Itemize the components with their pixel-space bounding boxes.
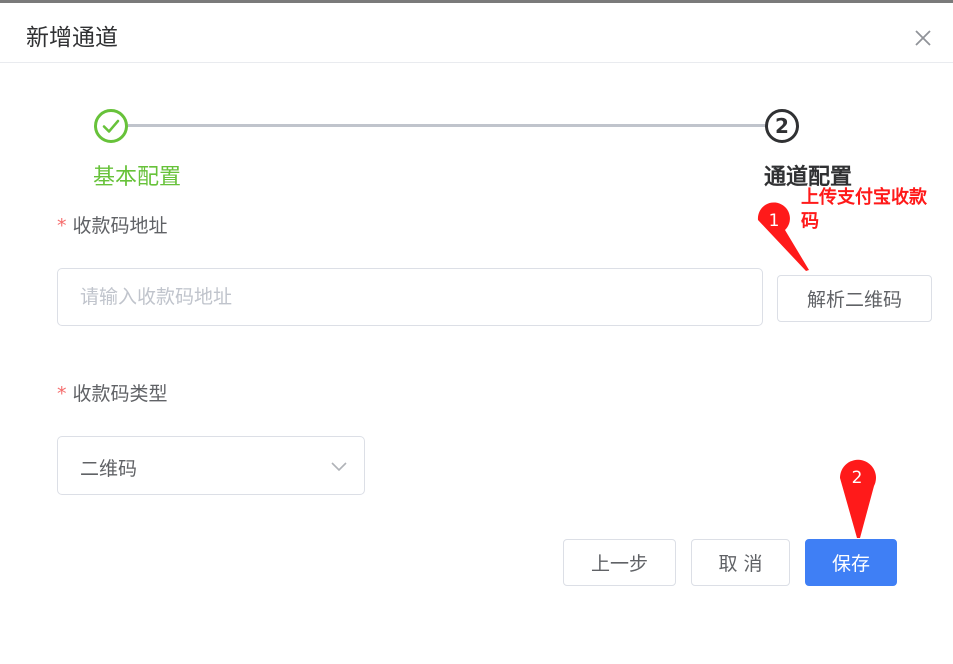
- step-2-number: 2: [775, 114, 789, 138]
- step-1-title: 基本配置: [93, 165, 182, 190]
- add-channel-dialog: 新增通道 2 基本配置 通道配置 *收款码地址 解析二维码 *收款码类型 二维码…: [0, 0, 953, 664]
- payment-code-address-input[interactable]: [57, 268, 763, 326]
- check-circle-icon: [94, 109, 128, 143]
- chevron-down-icon: [331, 462, 347, 472]
- annotation-text-upload-alipay: 上传支付宝收款码: [801, 187, 927, 232]
- save-button[interactable]: 保存: [805, 539, 897, 586]
- header-divider: [0, 62, 953, 63]
- payment-code-type-label-text: 收款码类型: [72, 383, 168, 405]
- parse-qrcode-button[interactable]: 解析二维码: [777, 275, 932, 322]
- dialog-title: 新增通道: [26, 25, 118, 51]
- select-value: 二维码: [80, 458, 138, 480]
- close-icon: [915, 30, 931, 46]
- previous-step-button[interactable]: 上一步: [563, 539, 676, 586]
- step-2-indicator: 2: [764, 108, 800, 144]
- annotation-marker-2-icon: 2: [839, 459, 876, 538]
- payment-code-type-select[interactable]: 二维码: [57, 436, 365, 495]
- required-mark: *: [57, 215, 67, 237]
- dialog-top-border: [0, 0, 953, 3]
- required-mark: *: [57, 383, 67, 405]
- step-number-circle-icon: 2: [765, 109, 799, 143]
- step-connector-line: [128, 124, 766, 127]
- close-button[interactable]: [911, 26, 935, 50]
- payment-code-address-label-text: 收款码地址: [72, 215, 168, 237]
- payment-code-address-label: * 收款码地址: [57, 211, 168, 238]
- cancel-button[interactable]: 取 消: [691, 539, 790, 586]
- annotation-marker-1-icon: 1: [757, 202, 809, 271]
- payment-code-type-label: * 收款码类型: [57, 379, 168, 406]
- annotation-marker-1-number: 1: [769, 211, 780, 231]
- annotation-marker-2-number: 2: [852, 468, 863, 488]
